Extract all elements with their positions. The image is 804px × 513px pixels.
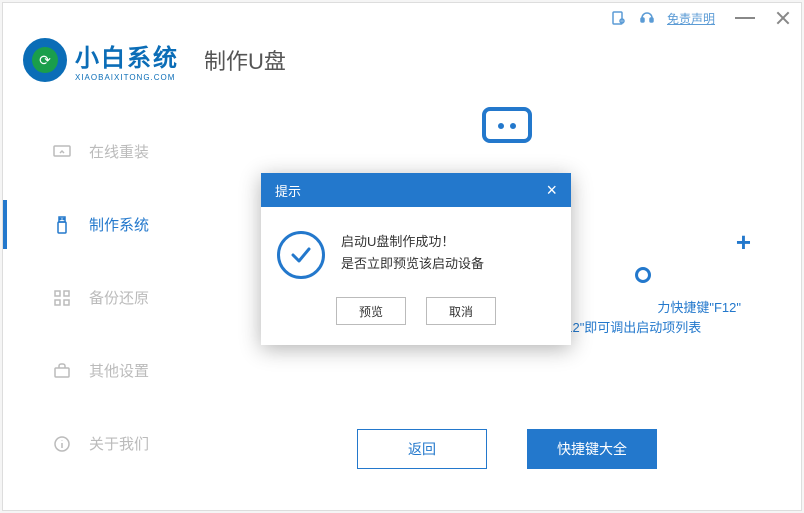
sidebar-item-about[interactable]: 关于我们 xyxy=(3,419,213,468)
usb-graphic xyxy=(482,107,532,143)
hint-right: 力快捷键"F12" xyxy=(657,297,741,316)
modal-close-icon[interactable]: × xyxy=(546,181,557,199)
back-button[interactable]: 返回 xyxy=(357,429,487,469)
monitor-icon xyxy=(53,143,71,161)
usb-icon xyxy=(53,216,71,234)
close-button[interactable] xyxy=(775,10,791,26)
modal-header: 提示 × xyxy=(261,173,571,207)
sidebar-item-label: 在线重装 xyxy=(89,141,149,162)
header: ⟳ 小白系统 XIAOBAIXITONG.COM 制作U盘 xyxy=(3,33,801,97)
modal-line1: 启动U盘制作成功！ xyxy=(341,231,484,253)
add-icon[interactable]: + xyxy=(736,227,751,258)
app-window: 免责声明 ⟳ 小白系统 XIAOBAIXITONG.COM 制作U盘 在线重装 xyxy=(2,2,802,511)
modal-line2: 是否立即预览该启动设备 xyxy=(341,253,484,275)
grid-icon xyxy=(53,289,71,307)
sidebar-item-backup[interactable]: 备份还原 xyxy=(3,273,213,322)
support-icon[interactable] xyxy=(639,10,655,26)
cancel-button[interactable]: 取消 xyxy=(426,297,496,325)
action-row: 返回 快捷键大全 xyxy=(213,429,801,469)
preview-button[interactable]: 预览 xyxy=(336,297,406,325)
logo-subtitle: XIAOBAIXITONG.COM xyxy=(75,73,179,82)
modal-footer: 预览 取消 xyxy=(261,297,571,345)
page-title: 制作U盘 xyxy=(204,44,286,76)
sidebar-item-label: 备份还原 xyxy=(89,287,149,308)
modal-title: 提示 xyxy=(275,181,301,200)
ring-icon xyxy=(635,267,651,283)
logo: ⟳ 小白系统 XIAOBAIXITONG.COM xyxy=(23,38,179,82)
case-icon xyxy=(53,362,71,380)
sidebar-item-label: 制作系统 xyxy=(89,214,149,235)
disclaimer-link[interactable]: 免责声明 xyxy=(667,10,715,27)
minimize-button[interactable] xyxy=(735,17,755,19)
modal-message: 启动U盘制作成功！ 是否立即预览该启动设备 xyxy=(341,231,484,279)
feedback-icon[interactable] xyxy=(611,10,627,26)
shortcut-button[interactable]: 快捷键大全 xyxy=(527,429,657,469)
info-icon xyxy=(53,435,71,453)
modal-body: 启动U盘制作成功！ 是否立即预览该启动设备 xyxy=(261,207,571,297)
modal-dialog: 提示 × 启动U盘制作成功！ 是否立即预览该启动设备 预览 取消 xyxy=(261,173,571,345)
titlebar: 免责声明 xyxy=(3,3,801,33)
sidebar: 在线重装 制作系统 备份还原 其他设置 xyxy=(3,97,213,504)
sidebar-item-reinstall[interactable]: 在线重装 xyxy=(3,127,213,176)
logo-title: 小白系统 xyxy=(75,38,179,73)
sidebar-item-label: 其他设置 xyxy=(89,360,149,381)
sidebar-item-settings[interactable]: 其他设置 xyxy=(3,346,213,395)
sidebar-item-create[interactable]: 制作系统 xyxy=(3,200,213,249)
sidebar-item-label: 关于我们 xyxy=(89,433,149,454)
check-icon xyxy=(277,231,325,279)
logo-icon: ⟳ xyxy=(23,38,67,82)
